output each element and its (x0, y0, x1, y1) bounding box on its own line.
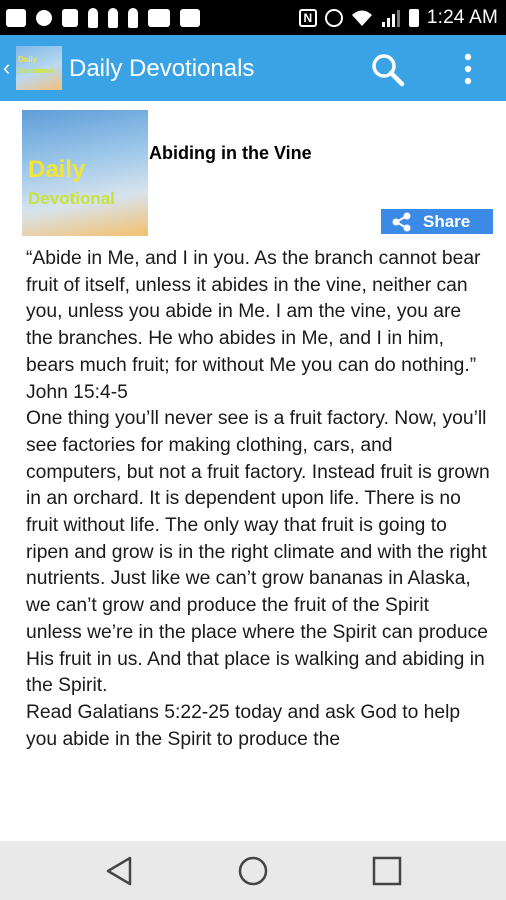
app-logo-line2: Devotional (18, 68, 54, 75)
image-icon (180, 9, 200, 27)
up-navigation-icon[interactable]: ‹ (3, 55, 10, 81)
chess-icon (108, 8, 118, 28)
devotional-image-line1: Daily (28, 156, 86, 183)
home-icon[interactable] (237, 855, 269, 887)
devotional-title: Abiding in the Vine (149, 143, 312, 163)
search-icon[interactable] (370, 52, 406, 88)
message-icon (6, 9, 26, 27)
system-icons: N 1:24 AM (298, 7, 498, 29)
notification-icons (6, 8, 200, 28)
overflow-menu-icon[interactable] (458, 51, 478, 87)
app-title: Daily Devotionals (69, 55, 255, 82)
snapchat-icon (36, 10, 52, 26)
share-label: Share (423, 211, 471, 231)
back-icon[interactable] (104, 855, 136, 887)
nfc-icon: N (298, 9, 317, 27)
tools-icon (62, 9, 78, 27)
share-icon (392, 212, 411, 231)
navigation-bar (0, 841, 506, 900)
app-bar: ‹ Daily Devotional Daily Devotionals (0, 35, 506, 101)
alarm-icon (324, 9, 343, 27)
battery-icon (408, 9, 419, 27)
app-logo-line1: Daily (18, 55, 38, 64)
status-bar: N 1:24 AM (0, 0, 506, 35)
wifi-icon (351, 10, 372, 26)
app-logo[interactable]: Daily Devotional (16, 46, 62, 90)
chess-icon (88, 8, 98, 28)
mail-icon (148, 9, 170, 27)
clock: 1:24 AM (426, 7, 498, 28)
chess-icon (128, 8, 138, 28)
devotional-image: Daily Devotional (22, 110, 148, 236)
recents-icon[interactable] (371, 855, 403, 887)
signal-icon (381, 10, 400, 27)
share-button[interactable]: Share (381, 209, 493, 234)
devotional-image-line2: Devotional (28, 189, 115, 208)
devotional-body: “Abide in Me, and I in you. As the branc… (26, 248, 490, 750)
